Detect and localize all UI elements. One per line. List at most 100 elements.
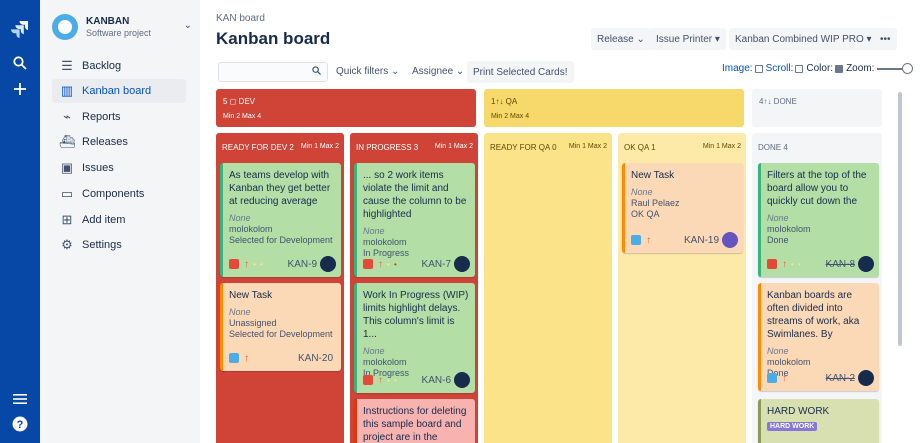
add-item-icon: ⊞ xyxy=(61,212,73,227)
issue-card-kan-2[interactable]: Kanban boards are often divided into str… xyxy=(758,283,879,391)
breadcrumb[interactable]: KAN board xyxy=(216,13,265,24)
card-summary: New Task xyxy=(229,290,273,301)
scroll-checkbox[interactable] xyxy=(795,64,804,73)
estimate-dots-icon: • • xyxy=(791,259,802,269)
task-icon xyxy=(631,235,641,245)
card-status: Selected for Development xyxy=(229,235,333,245)
wip-button[interactable]: Kanban Combined WIP PRO ▾ xyxy=(729,28,878,50)
card-footer: ↑ KAN-2 xyxy=(767,370,874,386)
hamburger-menu-icon[interactable] xyxy=(0,393,40,405)
image-checkbox[interactable] xyxy=(754,64,763,73)
column-header: OK QA 1 xyxy=(624,143,656,152)
column-header: DONE 4 xyxy=(758,143,788,152)
sidebar-item-kanban-board[interactable]: ▥ Kanban board xyxy=(52,79,186,103)
issue-card-hard-work[interactable]: HARD WORK HARD WORK xyxy=(758,399,879,443)
issues-icon: ▣ xyxy=(60,160,74,175)
issue-printer-label: Issue Printer xyxy=(656,33,713,45)
priority-high-icon: ↑ xyxy=(244,352,249,364)
column-limits: Min 1 Max 2 xyxy=(702,143,741,150)
page-title: Kanban board xyxy=(216,29,331,48)
lane-name: 4↑↓ DONE xyxy=(759,97,797,106)
board-main: KAN board Kanban board Release ⌄ Issue P… xyxy=(200,0,920,443)
image-label: Image: xyxy=(722,63,753,74)
quick-filters-label: Quick filters xyxy=(336,66,389,77)
quick-filters-dropdown[interactable]: Quick filters ⌄ xyxy=(336,66,399,77)
more-button[interactable]: ••• xyxy=(874,28,897,50)
sidebar-item-label: Backlog xyxy=(82,60,122,72)
card-footer: ↑ • • KAN-8 xyxy=(767,256,874,272)
priority-high-icon: ↑ xyxy=(782,372,787,384)
card-assignee: molokolom xyxy=(363,237,407,247)
estimate-dots-icon: • xyxy=(253,353,257,363)
lane-limits: Min 2 Max 4 xyxy=(491,113,530,120)
card-summary: Kanban boards are often divided into str… xyxy=(767,290,860,340)
issue-key[interactable]: KAN-7 xyxy=(422,259,451,270)
chevron-down-icon: ⌄ xyxy=(183,20,192,31)
issue-card-kan-9[interactable]: As teams develop with Kanban they get be… xyxy=(220,163,341,277)
search-icon[interactable] xyxy=(0,56,40,70)
issue-card-instructions[interactable]: Instructions for deleting this sample bo… xyxy=(354,399,475,443)
sidebar-item-backlog[interactable]: ☰ Backlog xyxy=(52,54,186,78)
issue-card-kan-7[interactable]: ... so 2 work items violate the limit an… xyxy=(354,163,475,277)
release-button[interactable]: Release ⌄ xyxy=(591,28,651,50)
card-status: OK QA xyxy=(631,209,660,219)
issue-key[interactable]: KAN-2 xyxy=(826,373,855,384)
card-status: Selected for Development xyxy=(229,329,333,339)
card-fix-version: None xyxy=(631,187,653,197)
avatar xyxy=(722,232,738,248)
sidebar-item-label: Releases xyxy=(82,136,128,148)
avatar xyxy=(858,370,874,386)
release-label: Release xyxy=(597,33,634,45)
project-avatar xyxy=(52,14,78,40)
card-assignee: molokolom xyxy=(363,357,407,367)
color-label: Color: xyxy=(806,63,834,74)
column-header: READY FOR DEV 2 xyxy=(222,143,294,152)
sidebar-item-settings[interactable]: ⚙ Settings xyxy=(52,233,186,257)
lane-qa: 1↑↓ QA Min 2 Max 4 xyxy=(484,89,744,127)
issue-key[interactable]: KAN-6 xyxy=(422,375,451,386)
sidebar-item-label: Add item xyxy=(82,214,126,226)
project-switcher[interactable]: KANBAN Software project ⌄ xyxy=(52,12,192,48)
reports-icon: ⌁ xyxy=(63,109,71,124)
card-fix-version: None xyxy=(363,226,385,236)
board-scrollbar[interactable] xyxy=(898,92,902,346)
color-checkbox[interactable] xyxy=(835,64,844,73)
issue-card-kan-20[interactable]: New Task None Unassigned Selected for De… xyxy=(220,283,341,371)
sidebar-item-issues[interactable]: ▣ Issues xyxy=(52,156,186,180)
column-limits: Min 1 Max 2 xyxy=(300,143,339,150)
settings-icon: ⚙ xyxy=(61,237,73,252)
issue-card-kan-6[interactable]: Work In Progress (WIP) limits highlight … xyxy=(354,283,475,393)
priority-high-icon: ↑ xyxy=(646,234,651,246)
search-input[interactable] xyxy=(218,62,328,82)
assignee-dropdown[interactable]: Assignee ⌄ xyxy=(412,66,464,77)
card-status: Done xyxy=(767,235,789,245)
issue-printer-button[interactable]: Issue Printer ▾ xyxy=(650,28,726,50)
card-fix-version: None xyxy=(767,213,789,223)
issue-key[interactable]: KAN-8 xyxy=(826,259,855,270)
issue-key[interactable]: KAN-20 xyxy=(298,353,333,364)
issue-card-kan-19[interactable]: New Task None Raul Pelaez OK QA ↑ • KAN-… xyxy=(622,163,743,253)
help-icon[interactable]: ? xyxy=(0,416,40,432)
print-selected-cards-button[interactable]: Print Selected Cards! xyxy=(467,61,574,83)
issue-key[interactable]: KAN-9 xyxy=(288,259,317,270)
sidebar-item-label: Settings xyxy=(82,239,122,251)
sidebar-item-components[interactable]: ▭ Components xyxy=(52,182,186,206)
board-icon: ▥ xyxy=(60,83,74,98)
project-sidebar: KANBAN Software project ⌄ ☰ Backlog ▥ Ka… xyxy=(40,0,200,443)
card-footer: ↑ • • KAN-7 xyxy=(363,256,470,272)
card-summary: As teams develop with Kanban they get be… xyxy=(229,170,331,207)
issue-card-kan-8[interactable]: Filters at the top of the board allow yo… xyxy=(758,163,879,277)
zoom-slider-thumb[interactable] xyxy=(902,62,914,74)
column-header: IN PROGRESS 3 xyxy=(356,143,419,152)
plus-icon[interactable] xyxy=(0,82,40,96)
zoom-slider[interactable] xyxy=(877,62,914,74)
card-assignee: Raul Pelaez xyxy=(631,198,680,208)
sidebar-item-add-item[interactable]: ⊞ Add item xyxy=(52,208,186,232)
avatar xyxy=(320,256,336,272)
issue-key[interactable]: KAN-19 xyxy=(684,235,719,246)
sidebar-item-reports[interactable]: ⌁ Reports xyxy=(52,105,186,129)
card-options: Image: Scroll: Color: Zoom: xyxy=(722,62,914,74)
avatar xyxy=(858,256,874,272)
jira-logo-icon[interactable] xyxy=(0,20,40,38)
sidebar-item-releases[interactable]: ⛴ Releases xyxy=(52,130,186,154)
